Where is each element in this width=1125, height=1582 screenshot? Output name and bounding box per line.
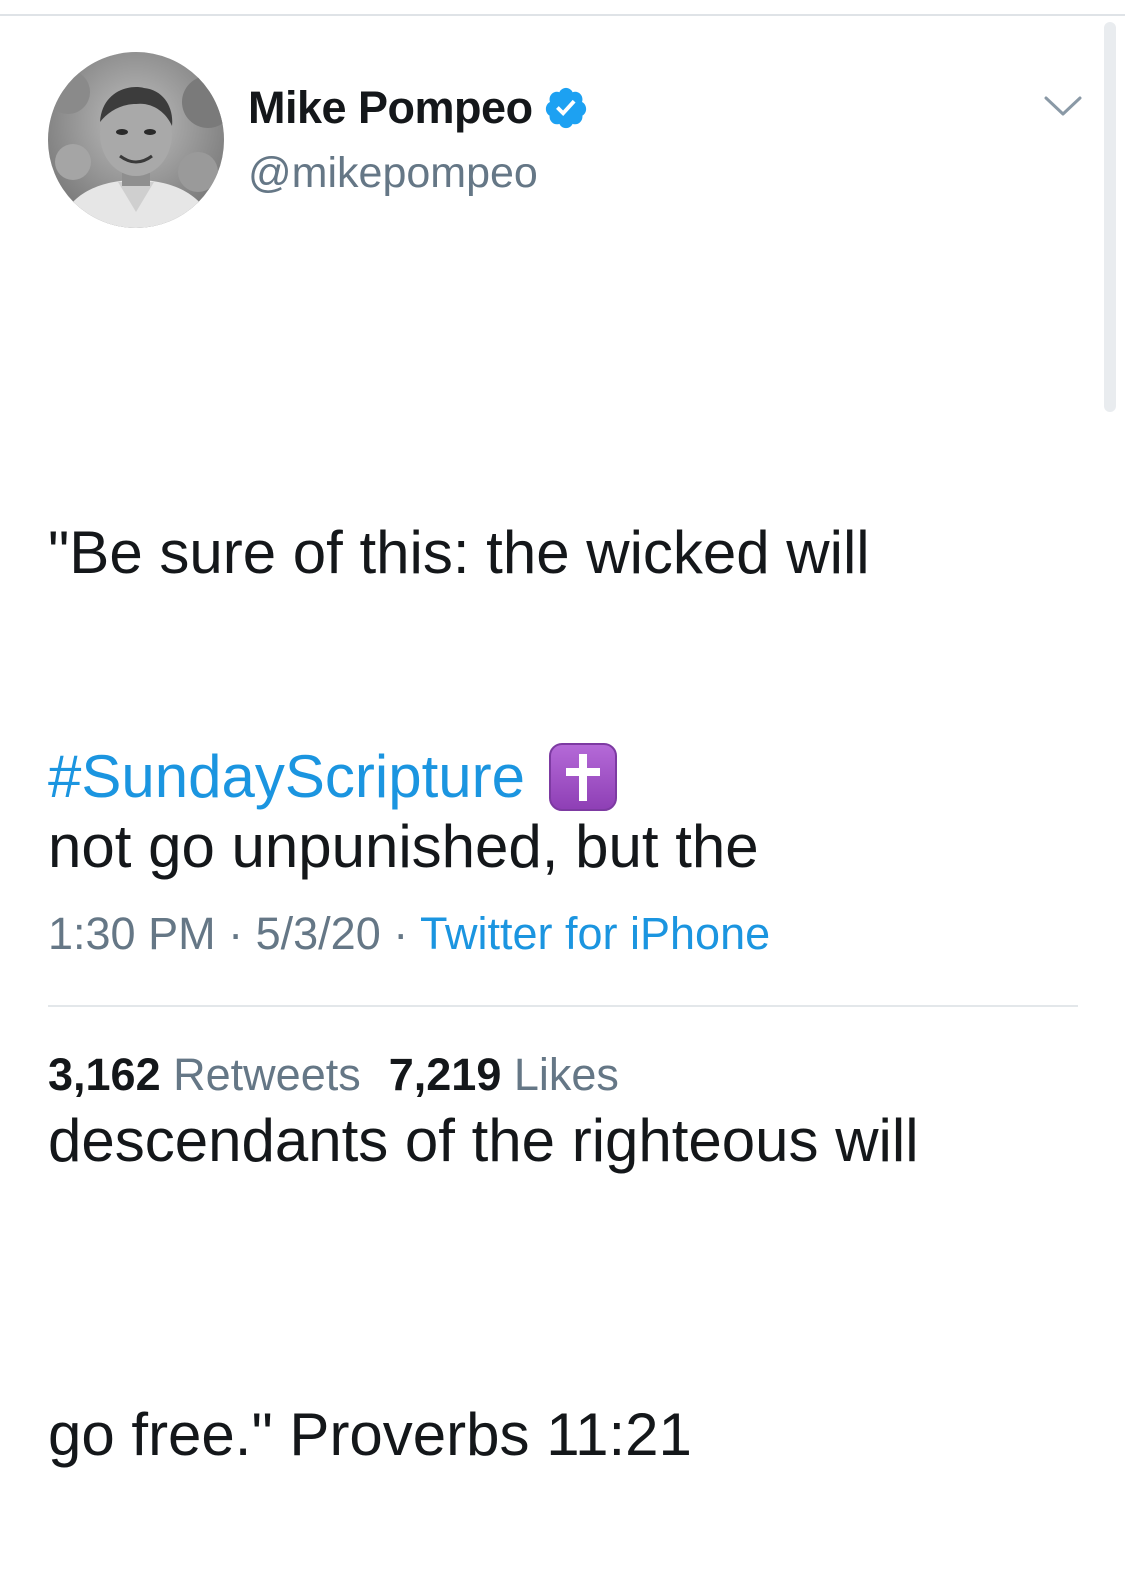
hashtag-line: #SundayScripture [48,737,619,817]
retweets-label: Retweets [173,1049,361,1100]
tweet-time[interactable]: 1:30 PM [48,908,216,959]
tweet-meta: 1:30 PM · 5/3/20 · Twitter for iPhone [48,904,770,964]
author-name[interactable]: Mike Pompeo [248,82,533,134]
avatar-photo [48,52,224,228]
verified-badge-icon [545,87,586,129]
top-divider [0,14,1125,16]
retweets-stat[interactable]: 3,162 Retweets [48,1045,361,1105]
tweet-source-link[interactable]: Twitter for iPhone [420,908,770,959]
chevron-down-icon[interactable] [1040,88,1086,124]
retweets-count: 3,162 [48,1049,161,1100]
tweet-text-line: descendants of the righteous will [48,1107,919,1174]
likes-count: 7,219 [388,1049,502,1100]
hashtag-link[interactable]: #SundayScripture [48,737,525,817]
tweet-text-line: "Be sure of this: the wicked will [48,519,870,586]
latin-cross-icon [548,743,617,811]
tweet-date[interactable]: 5/3/20 [256,908,381,959]
stats-divider [48,1005,1078,1007]
meta-separator: · [228,908,244,959]
likes-stat[interactable]: 7,219 Likes [389,1045,619,1105]
scrollbar[interactable] [1104,22,1116,412]
tweet-text-line: go free." Proverbs 11:21 [48,1401,692,1468]
avatar[interactable] [48,52,224,228]
author-handle[interactable]: @mikepompeo [248,148,538,198]
tweet-stats: 3,162 Retweets 7,219 Likes [48,1045,619,1105]
likes-label: Likes [513,1049,619,1100]
meta-separator: · [393,908,409,959]
author-name-row[interactable]: Mike Pompeo [248,82,589,134]
